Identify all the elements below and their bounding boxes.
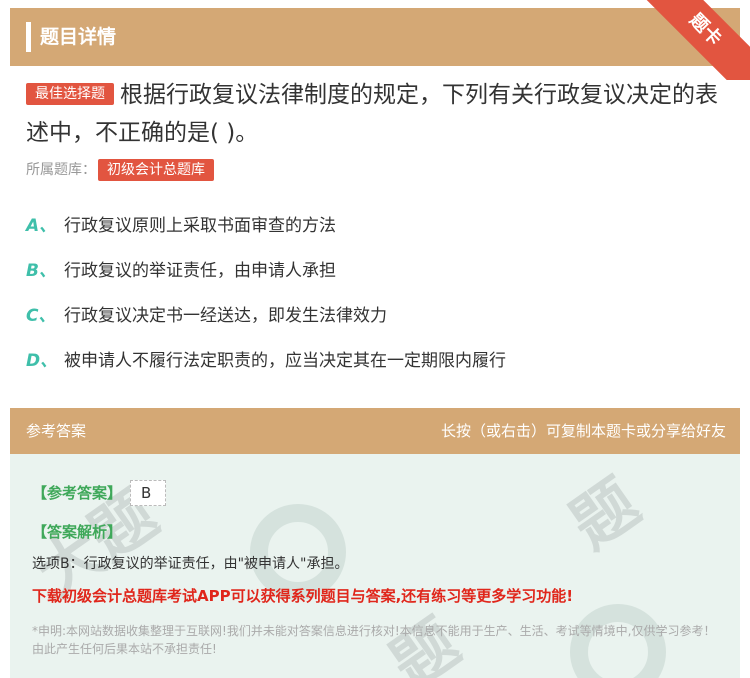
header-accent-bar [26, 22, 31, 52]
option-text: 被申请人不履行法定职责的，应当决定其在一定期限内履行 [64, 351, 506, 371]
share-hint: 长按（或右击）可复制本题卡或分享给好友 [440, 422, 726, 440]
option-letter: C、 [26, 306, 56, 326]
page-title: 题目详情 [40, 26, 117, 48]
download-promo-link[interactable]: 下载初级会计总题库考试APP可以获得系列题目与答案,还有练习等更多学习功能! [32, 584, 573, 608]
option-text: 行政复议的举证责任，由申请人承担 [64, 261, 336, 281]
option-b[interactable]: B、 行政复议的举证责任，由申请人承担 [26, 258, 336, 284]
answer-section-header: 参考答案 长按（或右击）可复制本题卡或分享给好友 [10, 408, 740, 454]
corner-ribbon-wrap: 题卡 [630, 0, 750, 80]
option-text: 行政复议决定书一经送达，即发生法律效力 [64, 306, 387, 326]
option-text: 行政复议原则上采取书面审查的方法 [64, 216, 336, 236]
option-letter: B、 [26, 261, 56, 281]
library-row: 所属题库： 初级会计总题库 [26, 158, 214, 182]
watermark-logo: 题 [558, 466, 653, 564]
answer-label: 【参考答案】 [32, 484, 123, 502]
question-card-ribbon[interactable]: 题卡 [637, 0, 750, 80]
question-text: 根据行政复议法律制度的规定，下列有关行政复议决定的表述中，不正确的是( )。 [26, 82, 718, 146]
option-c[interactable]: C、 行政复议决定书一经送达，即发生法律效力 [26, 303, 387, 329]
option-d[interactable]: D、 被申请人不履行法定职责的，应当决定其在一定期限内履行 [26, 348, 506, 374]
analysis-label: 【答案解析】 [32, 523, 123, 541]
question-stem: 最佳选择题 根据行政复议法律制度的规定，下列有关行政复议决定的表述中，不正确的是(… [26, 76, 726, 152]
disclaimer-text: *申明:本网站数据收集整理于互联网!我们并未能对答案信息进行核对!本信息不能用于… [32, 624, 716, 656]
option-letter: D、 [26, 351, 58, 371]
library-label: 所属题库： [26, 162, 96, 178]
answer-value: B [130, 480, 167, 506]
answer-body: 大题 题 题 【参考答案】 B 【答案解析】 选项B：行政复议的举证责任，由"被申… [10, 454, 740, 678]
library-tag[interactable]: 初级会计总题库 [98, 159, 214, 181]
question-type-badge: 最佳选择题 [26, 83, 114, 105]
analysis-text: 选项B：行政复议的举证责任，由"被申请人"承担。 [32, 556, 349, 572]
option-a[interactable]: A、 行政复议原则上采取书面审查的方法 [26, 213, 336, 239]
answer-section-title: 参考答案 [26, 422, 87, 440]
reference-answer: 【参考答案】 B [32, 480, 167, 506]
option-letter: A、 [26, 216, 57, 236]
